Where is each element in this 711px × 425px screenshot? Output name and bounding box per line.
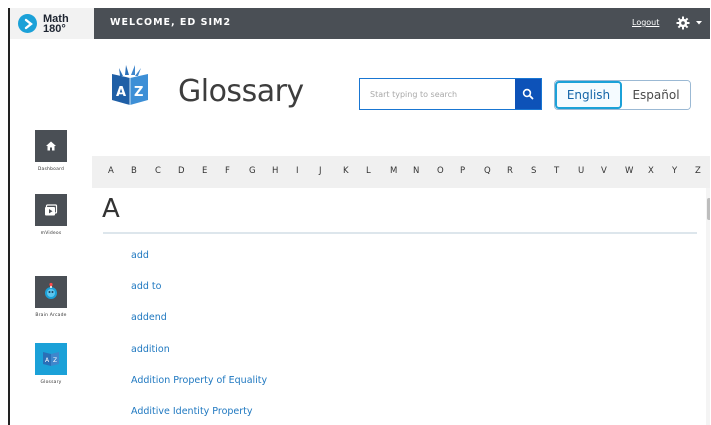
brain-arcade-icon	[35, 276, 67, 308]
search-input[interactable]	[360, 79, 515, 109]
spanish-button[interactable]: Español	[622, 81, 690, 109]
sidebar-item-label: Dashboard	[37, 167, 65, 172]
home-icon	[35, 130, 67, 162]
page-title: Glossary	[178, 74, 304, 109]
letter-v[interactable]: V	[601, 166, 607, 176]
glossary-term[interactable]: addend	[131, 312, 167, 323]
video-icon	[35, 194, 67, 226]
logo-arrow-icon	[18, 14, 37, 33]
letter-k[interactable]: K	[343, 166, 349, 176]
sidebar-item-glossary[interactable]: AZ Glossary	[10, 343, 92, 385]
alphabet-nav: A B C D E F G H I J K L M N O P Q R S T …	[92, 156, 710, 188]
glossary-book-icon: A Z	[108, 62, 152, 106]
letter-e[interactable]: E	[202, 166, 207, 176]
letter-l[interactable]: L	[366, 166, 371, 176]
welcome-text: WELCOME, ED SIM2	[110, 17, 232, 28]
letter-h[interactable]: H	[272, 166, 278, 176]
letter-z[interactable]: Z	[695, 166, 701, 176]
svg-text:Z: Z	[53, 357, 57, 364]
letter-n[interactable]: N	[413, 166, 419, 176]
sidebar-item-brain-arcade[interactable]: Brain Arcade	[10, 276, 92, 318]
letter-i[interactable]: I	[296, 166, 299, 176]
gear-icon	[676, 16, 690, 30]
logout-link[interactable]: Logout	[632, 18, 659, 27]
search-button[interactable]	[515, 79, 541, 109]
top-bar: Math 180° WELCOME, ED SIM2 Logout	[10, 8, 710, 39]
glossary-term[interactable]: Addition Property of Equality	[131, 375, 267, 386]
letter-q[interactable]: Q	[484, 166, 491, 176]
language-toggle: English Español	[554, 80, 691, 110]
letter-j[interactable]: J	[319, 166, 322, 176]
sidebar-item-label: Brain Arcade	[35, 313, 67, 318]
letter-c[interactable]: C	[155, 166, 161, 176]
svg-text:Z: Z	[134, 85, 143, 100]
letter-p[interactable]: P	[460, 166, 465, 176]
letter-s[interactable]: S	[531, 166, 536, 176]
letter-o[interactable]: O	[437, 166, 444, 176]
section-divider	[103, 232, 697, 234]
svg-text:A: A	[116, 85, 126, 100]
settings-menu[interactable]	[676, 14, 704, 32]
letter-b[interactable]: B	[131, 166, 137, 176]
english-button[interactable]: English	[555, 81, 622, 109]
glossary-search	[359, 78, 542, 110]
search-icon	[522, 88, 534, 100]
letter-t[interactable]: T	[554, 166, 559, 176]
logo-text-line1: Math	[43, 12, 69, 25]
glossary-term[interactable]: Additive Identity Property	[131, 406, 253, 417]
sidebar-item-mvideos[interactable]: mVideos	[10, 194, 92, 236]
letter-y[interactable]: Y	[672, 166, 677, 176]
section-heading: A	[102, 194, 120, 224]
letter-a[interactable]: A	[108, 166, 114, 176]
logo-text-line2: 180°	[43, 22, 66, 35]
letter-x[interactable]: X	[648, 166, 654, 176]
math180-logo[interactable]: Math 180°	[10, 8, 94, 39]
sidebar: Dashboard mVideos Brain Arcade AZ Glossa…	[10, 39, 92, 425]
letter-g[interactable]: G	[249, 166, 256, 176]
letter-r[interactable]: R	[507, 166, 513, 176]
chevron-down-icon	[696, 21, 702, 25]
glossary-term[interactable]: add to	[131, 281, 161, 292]
sidebar-item-dashboard[interactable]: Dashboard	[10, 130, 92, 172]
letter-f[interactable]: F	[225, 166, 230, 176]
sidebar-item-label: Glossary	[40, 380, 62, 385]
sidebar-item-label: mVideos	[40, 231, 62, 236]
letter-d[interactable]: D	[178, 166, 185, 176]
letter-u[interactable]: U	[578, 166, 584, 176]
app-frame: Math 180° WELCOME, ED SIM2 Logout Dashbo…	[8, 8, 710, 425]
scrollbar-thumb[interactable]	[707, 198, 710, 220]
logo-text: Math 180°	[43, 12, 69, 35]
letter-w[interactable]: W	[625, 166, 633, 176]
glossary-term[interactable]: add	[131, 250, 149, 261]
glossary-term[interactable]: addition	[131, 344, 170, 355]
content-scrollbar[interactable]	[706, 188, 710, 425]
letter-m[interactable]: M	[390, 166, 397, 176]
glossary-icon: AZ	[35, 343, 67, 375]
